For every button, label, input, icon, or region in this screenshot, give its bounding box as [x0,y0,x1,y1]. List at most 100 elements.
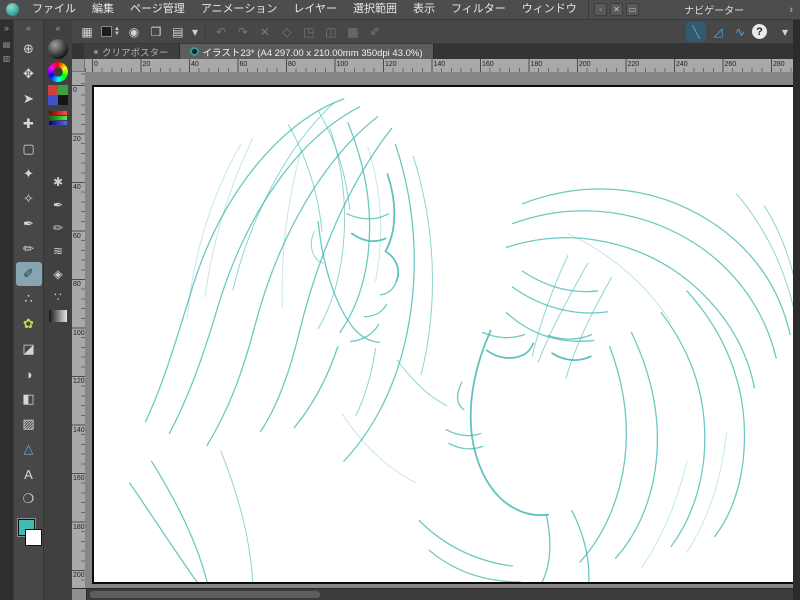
sketch-artwork [129,98,793,582]
pen-tool[interactable]: ✒ [16,212,42,236]
ruler-label: 40 [191,61,199,68]
menu-item[interactable]: ウィンドウ [514,0,585,19]
decoration-tool[interactable]: ✿ [16,312,42,336]
tab-clear-poster[interactable]: クリアポスター [84,44,180,59]
canvas-viewport [85,72,793,588]
h-scrollbar-thumb[interactable] [90,591,320,598]
chevron-right-icon[interactable]: › [789,4,795,16]
panel-pin-icon[interactable]: ◦ [594,3,607,16]
layer-move-tool[interactable]: ✚ [16,112,42,136]
redo-icon[interactable]: ↷ [233,22,253,42]
ruler-label: 0 [94,61,98,68]
straight-line-icon[interactable]: ╲ [686,21,706,42]
auto-select-tool[interactable]: ✦ [16,162,42,186]
mini-panel-icon[interactable]: ▤ [1,39,12,50]
polyline-icon[interactable]: ◿ [708,22,728,42]
undo-icon[interactable]: ↶ [211,22,231,42]
menu-item[interactable]: レイヤー [285,0,345,19]
tab-illust23[interactable]: イラスト23* (A4 297.00 x 210.00mm 350dpi 43.… [179,44,434,59]
pan-tool[interactable]: ✥ [16,62,42,86]
text-tool[interactable]: A [16,462,42,486]
page-dropdown-icon[interactable]: ▾ [190,22,200,42]
sub-color-swatch[interactable] [24,529,42,546]
eraser-tool[interactable]: ◪ [16,337,42,361]
zoom-tool[interactable]: ⊕ [16,37,42,61]
ruler-label: 140 [73,426,85,434]
menu-item[interactable]: ページ管理 [122,0,193,19]
balloon-tool[interactable]: ❍ [16,487,42,511]
left-dock-strip: » ▤ ▥ [0,20,13,600]
new-page-icon[interactable]: ▤ [168,22,188,42]
right-dock-strip[interactable] [793,20,800,600]
eyedropper-tool[interactable]: ✧ [16,187,42,211]
crop-icon[interactable]: ◳ [299,22,319,42]
grid-snap-icon[interactable]: ▩ [343,22,363,42]
subtool-waves-icon[interactable]: ≋ [48,241,68,261]
pencil-tool[interactable]: ✏ [16,237,42,261]
ruler-label: 180 [530,61,543,68]
ruler-label: 200 [73,572,85,579]
menu-item[interactable]: ファイル [24,0,84,19]
menu-item[interactable]: 選択範囲 [345,0,405,19]
tool-palette: « ⊕ ✥ ➤ ✚ ▢ ✦ ✧ ✒ ✏ ✐ ∴ ✿ ◪ ◑ ◧ ▨ △ A ❍ [13,20,43,600]
subtool-palette-collapse[interactable]: « [44,20,72,36]
blend-tool[interactable]: ◑ [16,362,42,386]
color-slider-icon[interactable] [48,108,68,128]
clip-studio-icon[interactable]: ◉ [124,22,144,42]
ruler-snap-icon[interactable]: ✐ [365,22,385,42]
subtool-marker-icon[interactable]: ✏ [48,218,68,238]
menu-item[interactable]: アニメーション [193,0,286,19]
ruler-label: 200 [579,61,591,68]
subtool-drops-icon[interactable]: ∵ [48,287,68,307]
commandbar-overflow-icon[interactable]: ▾ [775,22,795,42]
airbrush-tool[interactable]: ∴ [16,287,42,311]
swatch-stepper[interactable]: ▲ ▼ [99,26,122,37]
brush-tool[interactable]: ✐ [15,262,42,286]
help-button[interactable]: ? [752,24,767,39]
canvas[interactable] [92,85,793,584]
h-scrollbar [72,588,793,600]
settings-icon[interactable]: ✱ [48,172,68,192]
panel-close-icon[interactable]: ✕ [610,3,623,16]
color-wheel-icon[interactable] [48,62,68,82]
ruler-label: 280 [773,61,785,68]
subtool-diamond-icon[interactable]: ◈ [48,264,68,284]
operation-tool[interactable]: ➤ [16,87,42,111]
page-manager-icon[interactable]: ❐ [146,22,166,42]
v-ruler: 0 20 40 60 80 100 120 140 160 180 200 [72,72,85,588]
ruler-corner [72,59,85,72]
mini-panel2-icon[interactable]: ▥ [1,53,12,64]
tool-list: ⊕ ✥ ➤ ✚ ▢ ✦ ✧ ✒ ✏ ✐ ∴ ✿ ◪ ◑ ◧ ▨ △ A ❍ [14,37,43,511]
subtool-pen-icon[interactable]: ✒ [48,195,68,215]
fill-tool[interactable]: ◧ [16,387,42,411]
ruler-label: 20 [73,135,81,143]
figure-tool[interactable]: △ [16,437,42,461]
panel-minimize-icon[interactable]: ▭ [626,3,639,16]
stepper-swatch [101,26,112,37]
clear-icon[interactable]: ✕ [255,22,275,42]
ruler-label: 260 [724,61,737,68]
menu-item[interactable]: 編集 [84,0,122,19]
ruler-label: 20 [142,61,151,68]
menu-item[interactable]: 表示 [405,0,443,19]
ruler-label: 100 [73,329,85,337]
deselect-icon[interactable]: ◇ [277,22,297,42]
menu-item[interactable]: フィルター [443,0,514,19]
curve-icon[interactable]: ∿ [730,22,750,42]
snap-icon[interactable]: ◫ [321,22,341,42]
selection-tool[interactable]: ▢ [16,137,42,161]
gradient-sample-icon[interactable] [49,310,67,322]
ruler-label: 80 [288,61,296,68]
subtool-palette: « ✱ ✒ ✏ ≋ ◈ ∵ [43,20,72,600]
scrollbar-corner-button[interactable] [72,589,87,600]
ruler-label: 80 [73,281,81,288]
gradient-tool[interactable]: ▨ [16,412,42,436]
color-set-icon[interactable] [48,85,68,105]
tab-dot-icon [94,49,98,54]
document-status-icon [189,47,199,56]
strip-expand-button[interactable]: » [0,20,13,36]
material-sphere-icon[interactable] [48,39,68,59]
tool-palette-collapse[interactable]: « [14,20,43,36]
workspace-grid-icon[interactable]: ▦ [77,22,97,42]
